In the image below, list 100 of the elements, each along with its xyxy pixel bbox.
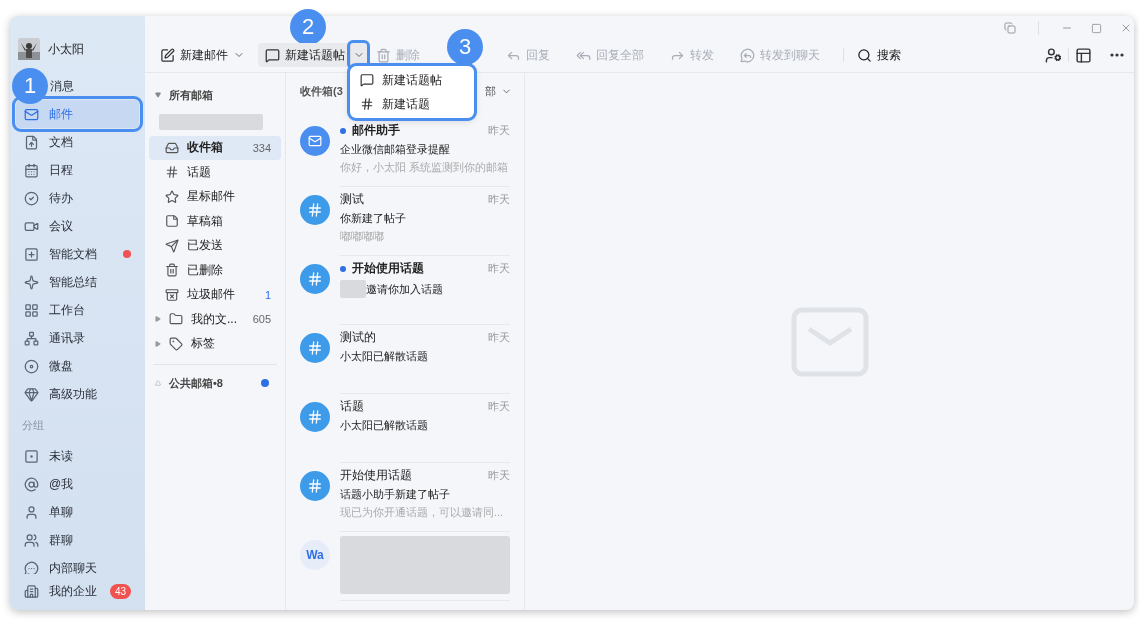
sparkle-icon <box>24 274 39 290</box>
inbox-icon <box>165 140 179 155</box>
hash-icon <box>165 165 179 180</box>
folder-item[interactable]: 公共邮箱•8 <box>149 371 281 396</box>
nav-item[interactable]: 未读 <box>16 442 139 470</box>
check-circle-icon <box>24 190 39 206</box>
collapsed-triangle-icon <box>155 380 161 387</box>
message-time: 昨天 <box>488 261 510 276</box>
people-icon <box>24 532 39 548</box>
message-row[interactable]: 开始使用话题 昨天 话题小助手新建了帖子 现已为你开通话题，可以邀请同... <box>286 463 524 532</box>
building-icon <box>24 583 39 599</box>
star-icon <box>165 189 179 204</box>
compose-icon <box>160 47 175 63</box>
message-sender: 开始使用话题 <box>340 467 412 484</box>
comment-icon <box>265 47 280 63</box>
folder-item[interactable]: 草稿箱 <box>149 209 281 234</box>
message-sender: 测试的 <box>340 329 376 346</box>
chat-arrow-icon <box>740 47 755 63</box>
hash-icon <box>307 409 323 425</box>
folder-item[interactable]: 星标邮件 <box>149 184 281 209</box>
nav-item[interactable]: 单聊 <box>16 498 139 526</box>
folder-item[interactable]: 已发送 <box>149 233 281 258</box>
close-icon <box>1120 22 1132 34</box>
nav-item[interactable]: 会议 <box>16 212 139 240</box>
folder-item[interactable]: 已删除 <box>149 258 281 283</box>
folder-item[interactable]: 话题 <box>149 160 281 185</box>
caret-icon[interactable] <box>350 43 367 67</box>
section-heading: 分组 <box>21 418 45 433</box>
message-sender: 测试 <box>340 191 364 208</box>
search-button[interactable]: 搜索 <box>850 43 908 67</box>
list-title: 收件箱(3 <box>300 84 343 99</box>
nav-item[interactable]: 我的企业 43 <box>16 578 139 604</box>
folder-count: 1 <box>264 288 271 301</box>
message-sender: 邮件助手 <box>352 122 400 139</box>
message-subject: 小太阳已解散话题 <box>340 349 428 364</box>
message-preview: 现已为你开通话题，可以邀请同... <box>340 505 505 520</box>
comment-icon <box>360 73 374 87</box>
send-icon <box>165 238 179 253</box>
toolbar-button[interactable]: 新建话题帖 <box>258 43 367 67</box>
menu-item[interactable]: 新建话题帖 <box>350 68 474 92</box>
message-subject: 企业微信邮箱登录提醒 <box>340 142 450 157</box>
message-row[interactable]: 话题 昨天 小太阳已解散话题 <box>286 394 524 463</box>
gem-icon <box>24 386 39 402</box>
message-row[interactable]: 测试的 昨天 小太阳已解散话题 <box>286 325 524 394</box>
message-row[interactable]: Wa <box>286 532 524 601</box>
nav-item[interactable]: 微盘 <box>16 352 139 380</box>
message-subject: 邀请你加入话题 <box>366 281 443 297</box>
folder-item[interactable]: 标签 <box>149 331 281 356</box>
grid-icon <box>24 302 39 318</box>
hash-icon <box>307 340 323 356</box>
filter-dropdown[interactable]: 部 <box>485 84 512 99</box>
nav-item[interactable]: 群聊 <box>16 526 139 554</box>
folder-count: 605 <box>252 313 271 326</box>
nav-item[interactable]: 智能文档 <box>16 240 139 268</box>
message-row[interactable]: 测试 昨天 你新建了帖子 嘟嘟嘟嘟 <box>286 187 524 256</box>
hash-icon <box>307 478 323 494</box>
message-time: 昨天 <box>488 468 510 483</box>
nav-item[interactable]: 待办 <box>16 184 139 212</box>
unread-dot <box>340 265 346 272</box>
person-icon <box>24 504 39 520</box>
message-row[interactable]: 开始使用话题 昨天 邀请你加入话题 <box>286 256 524 325</box>
user-name: 小太阳 <box>48 40 84 58</box>
hash-icon <box>307 202 323 218</box>
folder-item[interactable]: 我的文... 605 <box>149 307 281 332</box>
step-number: 3 <box>447 29 483 65</box>
nav-item[interactable]: 文档 <box>16 128 139 156</box>
folder-count: 334 <box>252 141 271 154</box>
org-chart-icon <box>24 330 39 346</box>
maximize-icon <box>1091 22 1102 34</box>
at-sign-icon <box>24 476 39 492</box>
message-time: 昨天 <box>488 123 510 138</box>
message-subject: 小太阳已解散话题 <box>340 418 428 433</box>
toolbar-button[interactable]: 新建邮件 <box>153 43 252 67</box>
nav-item[interactable]: @我 <box>16 470 139 498</box>
nav-item[interactable]: 通讯录 <box>16 324 139 352</box>
message-subject: 话题小助手新建了帖子 <box>340 487 450 502</box>
nav-item[interactable]: 智能总结 <box>16 268 139 296</box>
message-sender: 开始使用话题 <box>352 260 424 277</box>
plus-square-icon <box>24 246 39 262</box>
message-row[interactable]: 邮件助手 昨天 企业微信邮箱登录提醒 你好，小太阳 系统监测到你的邮箱 <box>286 118 524 187</box>
nav-item[interactable]: 内部聊天 <box>16 554 139 574</box>
mail-icon <box>24 106 39 122</box>
hash-icon <box>307 271 323 287</box>
mail-icon <box>308 134 322 148</box>
junk-box-icon <box>165 287 179 302</box>
message-sender: 话题 <box>340 398 364 415</box>
menu-item[interactable]: 新建话题 <box>350 92 474 116</box>
windows-icon <box>1004 22 1016 34</box>
message-time: 昨天 <box>488 330 510 345</box>
disc-icon <box>24 358 39 374</box>
mailbox-header[interactable]: 所有邮箱 <box>149 83 281 108</box>
folder-item[interactable]: 垃圾邮件 1 <box>149 282 281 307</box>
nav-item[interactable]: 日程 <box>16 156 139 184</box>
search-icon <box>857 47 872 63</box>
tag-icon <box>169 336 183 351</box>
nav-item[interactable]: 工作台 <box>16 296 139 324</box>
more-icon <box>1110 53 1124 57</box>
nav-item[interactable]: 高级功能 <box>16 380 139 408</box>
folder-item[interactable]: 收件箱 334 <box>149 135 281 160</box>
message-preview: 嘟嘟嘟嘟 <box>340 229 385 244</box>
